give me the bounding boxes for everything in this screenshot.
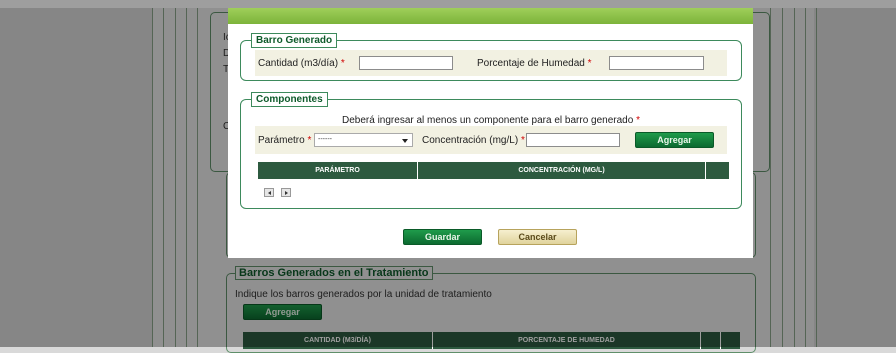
triangle-left-icon bbox=[268, 191, 271, 195]
humedad-label: Porcentaje de Humedad * bbox=[477, 58, 592, 69]
pager-prev-button[interactable] bbox=[264, 188, 274, 197]
parametro-selected: ------ bbox=[318, 136, 332, 143]
triangle-right-icon bbox=[285, 191, 288, 195]
parametro-label: Parámetro * bbox=[258, 135, 312, 146]
parametro-select[interactable]: ------ bbox=[314, 133, 413, 147]
save-button[interactable]: Guardar bbox=[403, 229, 482, 245]
componentes-fieldset: Componentes Deberá ingresar al menos un … bbox=[240, 92, 742, 209]
column-header: CONCENTRACIÓN (MG/L) bbox=[418, 162, 706, 179]
barro-generado-legend: Barro Generado bbox=[251, 33, 338, 48]
column-header: PARÁMETRO bbox=[258, 162, 418, 179]
add-barro-dialog: Barro Generado Cantidad (m3/día) * Porce… bbox=[228, 8, 753, 258]
concentracion-label: Concentración (mg/L) * bbox=[422, 135, 525, 146]
cancel-button[interactable]: Cancelar bbox=[498, 229, 577, 245]
barro-generado-fieldset: Barro Generado Cantidad (m3/día) * Porce… bbox=[240, 33, 742, 81]
cantidad-input[interactable] bbox=[359, 56, 453, 70]
componentes-legend: Componentes bbox=[251, 92, 328, 107]
chevron-down-icon bbox=[402, 139, 408, 143]
cantidad-label: Cantidad (m3/día) * bbox=[258, 58, 345, 69]
concentracion-input[interactable] bbox=[526, 133, 620, 147]
humedad-input[interactable] bbox=[609, 56, 704, 70]
componentes-table-header: PARÁMETRO CONCENTRACIÓN (MG/L) bbox=[258, 162, 729, 179]
dialog-title-bar bbox=[228, 8, 753, 24]
pager-next-button[interactable] bbox=[281, 188, 291, 197]
componentes-notice: Deberá ingresar al menos un componente p… bbox=[342, 115, 640, 126]
column-header-empty bbox=[706, 162, 729, 179]
agregar-componente-button[interactable]: Agregar bbox=[635, 132, 714, 148]
